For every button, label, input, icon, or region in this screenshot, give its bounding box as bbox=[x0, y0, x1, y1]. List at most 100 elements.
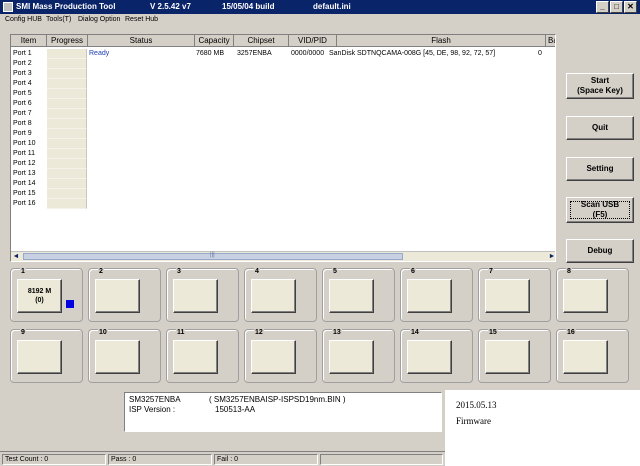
port-button-13[interactable] bbox=[329, 340, 374, 374]
port-number: 9 bbox=[20, 329, 26, 336]
menu-tools[interactable]: Tools(T) bbox=[46, 16, 71, 23]
bad-cell bbox=[538, 149, 548, 159]
table-row[interactable]: Port 4 bbox=[11, 79, 555, 89]
setting-button[interactable]: Setting bbox=[566, 157, 634, 181]
menu-dialog-option[interactable]: Dialog Option bbox=[78, 16, 120, 23]
status-cell bbox=[89, 149, 195, 159]
port-label: Port 12 bbox=[13, 160, 36, 167]
port-button-7[interactable] bbox=[485, 279, 530, 313]
port-label: Port 10 bbox=[13, 140, 36, 147]
port-group-10: 10 bbox=[88, 329, 161, 383]
progress-cell bbox=[47, 79, 87, 89]
progress-cell bbox=[47, 149, 87, 159]
table-row[interactable]: Port 8 bbox=[11, 119, 555, 129]
port-button-11[interactable] bbox=[173, 340, 218, 374]
table-row[interactable]: Port 12 bbox=[11, 159, 555, 169]
port-button-3[interactable] bbox=[173, 279, 218, 313]
col-capacity[interactable]: Capacity bbox=[195, 35, 234, 47]
start-button[interactable]: Start (Space Key) bbox=[566, 73, 634, 99]
port-button-16[interactable] bbox=[563, 340, 608, 374]
col-flash[interactable]: Flash bbox=[337, 35, 546, 47]
port-label: Port 9 bbox=[13, 130, 32, 137]
progress-cell bbox=[47, 69, 87, 79]
table-row[interactable]: Port 5 bbox=[11, 89, 555, 99]
chipset-cell bbox=[237, 79, 289, 89]
bad-cell bbox=[538, 139, 548, 149]
port-button-6[interactable] bbox=[407, 279, 452, 313]
port-button-5[interactable] bbox=[329, 279, 374, 313]
maximize-button[interactable]: □ bbox=[610, 1, 623, 13]
port-group-14: 14 bbox=[400, 329, 473, 383]
progress-cell bbox=[47, 199, 87, 209]
port-button-2[interactable] bbox=[95, 279, 140, 313]
port-button-12[interactable] bbox=[251, 340, 296, 374]
port-number: 1 bbox=[20, 268, 26, 275]
capacity-cell bbox=[196, 129, 234, 139]
progress-cell bbox=[47, 189, 87, 199]
device-list-header: Item Progress Status Capacity Chipset VI… bbox=[11, 35, 555, 47]
close-button[interactable]: ✕ bbox=[624, 1, 637, 13]
port-group-6: 6 bbox=[400, 268, 473, 322]
scroll-right-icon[interactable]: ► bbox=[547, 252, 555, 261]
table-row[interactable]: Port 2 bbox=[11, 59, 555, 69]
scroll-left-icon[interactable]: ◄ bbox=[11, 252, 21, 261]
port-button-4[interactable] bbox=[251, 279, 296, 313]
table-row[interactable]: Port 3 bbox=[11, 69, 555, 79]
menu-config-hub[interactable]: Config HUB bbox=[5, 16, 42, 23]
port-button-10[interactable] bbox=[95, 340, 140, 374]
status-cell bbox=[89, 79, 195, 89]
capacity-cell bbox=[196, 189, 234, 199]
scroll-thumb[interactable]: ||| bbox=[23, 252, 403, 260]
col-status[interactable]: Status bbox=[88, 35, 195, 47]
minimize-button[interactable]: _ bbox=[596, 1, 609, 13]
table-row[interactable]: Port 15 bbox=[11, 189, 555, 199]
status-cell bbox=[89, 119, 195, 129]
debug-button[interactable]: Debug bbox=[566, 239, 634, 263]
progress-cell bbox=[47, 49, 87, 59]
col-bad[interactable]: Bac bbox=[546, 35, 555, 47]
device-list[interactable]: Item Progress Status Capacity Chipset VI… bbox=[10, 34, 556, 262]
port-label: Port 2 bbox=[13, 60, 32, 67]
col-item[interactable]: Item bbox=[11, 35, 47, 47]
table-row[interactable]: Port 6 bbox=[11, 99, 555, 109]
horizontal-scrollbar[interactable]: ◄ ||| ► bbox=[11, 251, 555, 261]
table-row[interactable]: Port 14 bbox=[11, 179, 555, 189]
port-number: 11 bbox=[176, 329, 186, 336]
table-row[interactable]: Port 10 bbox=[11, 139, 555, 149]
port-button-9[interactable] bbox=[17, 340, 62, 374]
port-number: 8 bbox=[566, 268, 572, 275]
port-number: 13 bbox=[332, 329, 342, 336]
scan-usb-button[interactable]: Scan USB (F5) bbox=[566, 197, 634, 223]
chipset-cell bbox=[237, 189, 289, 199]
col-vid-pid[interactable]: VID/PID bbox=[289, 35, 337, 47]
table-row[interactable]: Port 1 Ready 7680 MB 3257ENBA 0000/0000 SanDi… bbox=[11, 49, 555, 59]
status-extra bbox=[320, 454, 443, 465]
flash-cell bbox=[329, 129, 545, 139]
quit-button[interactable]: Quit bbox=[566, 116, 634, 140]
port-number: 12 bbox=[254, 329, 264, 336]
table-row[interactable]: Port 11 bbox=[11, 149, 555, 159]
bad-cell bbox=[538, 169, 548, 179]
col-progress[interactable]: Progress bbox=[47, 35, 88, 47]
scroll-grip-icon: ||| bbox=[210, 252, 215, 258]
flash-cell bbox=[329, 109, 545, 119]
chipset-cell bbox=[237, 169, 289, 179]
table-row[interactable]: Port 9 bbox=[11, 129, 555, 139]
flash-cell bbox=[329, 89, 545, 99]
port-button-15[interactable] bbox=[485, 340, 530, 374]
port-button-8[interactable] bbox=[563, 279, 608, 313]
table-row[interactable]: Port 7 bbox=[11, 109, 555, 119]
col-chipset[interactable]: Chipset bbox=[234, 35, 289, 47]
port-button-1[interactable]: 8192 M (0) bbox=[17, 279, 62, 313]
menu-reset-hub[interactable]: Reset Hub bbox=[125, 16, 158, 23]
port-button-14[interactable] bbox=[407, 340, 452, 374]
port-group-13: 13 bbox=[322, 329, 395, 383]
port-number: 10 bbox=[98, 329, 108, 336]
capacity-cell bbox=[196, 199, 234, 209]
table-row[interactable]: Port 13 bbox=[11, 169, 555, 179]
table-row[interactable]: Port 16 bbox=[11, 199, 555, 209]
bad-cell bbox=[538, 79, 548, 89]
firmware-date: 2015.05.13 bbox=[456, 400, 497, 410]
status-cell bbox=[89, 109, 195, 119]
chipset-cell bbox=[237, 129, 289, 139]
